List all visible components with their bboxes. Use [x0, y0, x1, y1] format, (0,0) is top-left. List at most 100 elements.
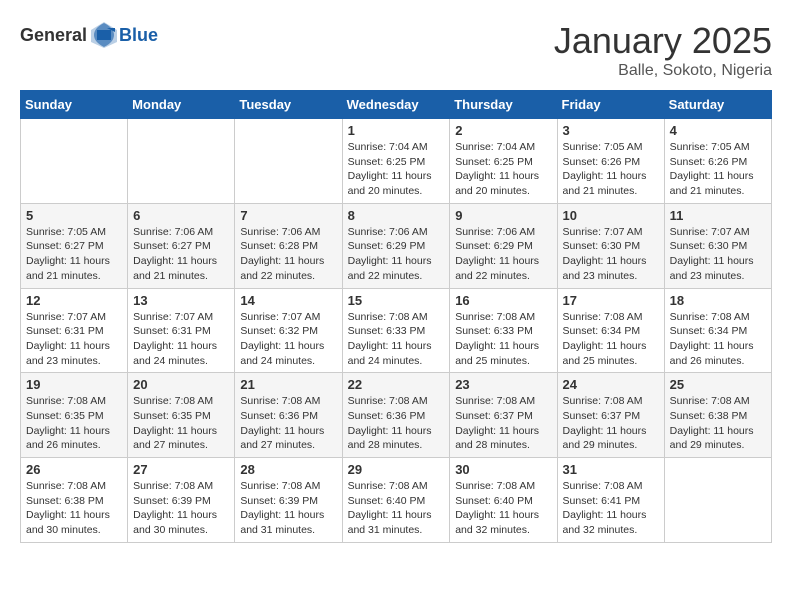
day-number: 29 — [348, 462, 445, 477]
day-info: Sunrise: 7:08 AM Sunset: 6:38 PM Dayligh… — [26, 479, 122, 538]
day-header-sunday: Sunday — [21, 91, 128, 119]
day-number: 11 — [670, 208, 766, 223]
calendar-cell: 23Sunrise: 7:08 AM Sunset: 6:37 PM Dayli… — [450, 373, 557, 458]
calendar-week-row: 19 Sunrise: 7:08 AM Sunset: 6:35 PM Dayli… — [21, 373, 772, 458]
logo-general: General — [20, 25, 87, 46]
calendar-week-row: 1 Sunrise: 7:04 AM Sunset: 6:25 PM Daylig… — [21, 119, 772, 204]
day-number: 28 — [240, 462, 336, 477]
day-info: Sunrise: 7:05 AM Sunset: 6:27 PM Dayligh… — [26, 225, 122, 284]
calendar-cell: 31 Sunrise: 7:08 AM Sunset: 6:41 PM Dayli… — [557, 458, 664, 543]
day-info: Sunrise: 7:08 AM Sunset: 6:36 PM Dayligh… — [240, 394, 336, 453]
calendar-cell — [235, 119, 342, 204]
day-info: Sunrise: 7:08 AM Sunset: 6:39 PM Dayligh… — [133, 479, 229, 538]
day-info: Sunrise: 7:08 AM Sunset: 6:35 PM Dayligh… — [133, 394, 229, 453]
calendar-cell: 25 Sunrise: 7:08 AM Sunset: 6:38 PM Dayli… — [664, 373, 771, 458]
day-info: Sunrise: 7:08 AM Sunset: 6:33 PM Dayligh… — [348, 310, 445, 369]
calendar-cell: 16Sunrise: 7:08 AM Sunset: 6:33 PM Dayli… — [450, 288, 557, 373]
logo: General Blue — [20, 20, 158, 50]
day-info: Sunrise: 7:08 AM Sunset: 6:33 PM Dayligh… — [455, 310, 551, 369]
calendar-cell: 26Sunrise: 7:08 AM Sunset: 6:38 PM Dayli… — [21, 458, 128, 543]
title-area: January 2025 Balle, Sokoto, Nigeria — [554, 20, 772, 80]
day-number: 20 — [133, 377, 229, 392]
day-header-friday: Friday — [557, 91, 664, 119]
calendar-cell: 19 Sunrise: 7:08 AM Sunset: 6:35 PM Dayli… — [21, 373, 128, 458]
calendar-cell: 22Sunrise: 7:08 AM Sunset: 6:36 PM Dayli… — [342, 373, 450, 458]
calendar-cell: 12 Sunrise: 7:07 AM Sunset: 6:31 PM Dayli… — [21, 288, 128, 373]
day-number: 3 — [563, 123, 659, 138]
page-header: General Blue January 2025 Balle, Sokoto,… — [20, 20, 772, 80]
day-number: 9 — [455, 208, 551, 223]
calendar-cell: 28Sunrise: 7:08 AM Sunset: 6:39 PM Dayli… — [235, 458, 342, 543]
calendar-cell: 21 Sunrise: 7:08 AM Sunset: 6:36 PM Dayli… — [235, 373, 342, 458]
day-info: Sunrise: 7:08 AM Sunset: 6:41 PM Dayligh… — [563, 479, 659, 538]
calendar-cell: 11Sunrise: 7:07 AM Sunset: 6:30 PM Dayli… — [664, 203, 771, 288]
day-info: Sunrise: 7:06 AM Sunset: 6:28 PM Dayligh… — [240, 225, 336, 284]
days-header-row: SundayMondayTuesdayWednesdayThursdayFrid… — [21, 91, 772, 119]
calendar-cell — [21, 119, 128, 204]
calendar-cell — [128, 119, 235, 204]
day-number: 8 — [348, 208, 445, 223]
calendar-week-row: 5Sunrise: 7:05 AM Sunset: 6:27 PM Daylig… — [21, 203, 772, 288]
calendar-week-row: 12 Sunrise: 7:07 AM Sunset: 6:31 PM Dayli… — [21, 288, 772, 373]
calendar-cell: 18 Sunrise: 7:08 AM Sunset: 6:34 PM Dayli… — [664, 288, 771, 373]
day-number: 31 — [563, 462, 659, 477]
location: Balle, Sokoto, Nigeria — [554, 62, 772, 80]
day-number: 24 — [563, 377, 659, 392]
day-info: Sunrise: 7:07 AM Sunset: 6:30 PM Dayligh… — [563, 225, 659, 284]
day-info: Sunrise: 7:07 AM Sunset: 6:31 PM Dayligh… — [26, 310, 122, 369]
calendar-table: SundayMondayTuesdayWednesdayThursdayFrid… — [20, 90, 772, 543]
day-header-saturday: Saturday — [664, 91, 771, 119]
calendar-cell — [664, 458, 771, 543]
day-number: 4 — [670, 123, 766, 138]
day-number: 14 — [240, 293, 336, 308]
day-info: Sunrise: 7:04 AM Sunset: 6:25 PM Dayligh… — [348, 140, 445, 199]
day-info: Sunrise: 7:08 AM Sunset: 6:34 PM Dayligh… — [670, 310, 766, 369]
day-info: Sunrise: 7:08 AM Sunset: 6:40 PM Dayligh… — [455, 479, 551, 538]
day-info: Sunrise: 7:07 AM Sunset: 6:31 PM Dayligh… — [133, 310, 229, 369]
calendar-cell: 20 Sunrise: 7:08 AM Sunset: 6:35 PM Dayli… — [128, 373, 235, 458]
day-number: 19 — [26, 377, 122, 392]
calendar-cell: 7 Sunrise: 7:06 AM Sunset: 6:28 PM Daylig… — [235, 203, 342, 288]
day-number: 15 — [348, 293, 445, 308]
day-info: Sunrise: 7:06 AM Sunset: 6:29 PM Dayligh… — [455, 225, 551, 284]
day-number: 7 — [240, 208, 336, 223]
calendar-cell: 15 Sunrise: 7:08 AM Sunset: 6:33 PM Dayli… — [342, 288, 450, 373]
day-info: Sunrise: 7:05 AM Sunset: 6:26 PM Dayligh… — [670, 140, 766, 199]
day-number: 18 — [670, 293, 766, 308]
calendar-cell: 3 Sunrise: 7:05 AM Sunset: 6:26 PM Daylig… — [557, 119, 664, 204]
day-info: Sunrise: 7:08 AM Sunset: 6:34 PM Dayligh… — [563, 310, 659, 369]
calendar-cell: 5Sunrise: 7:05 AM Sunset: 6:27 PM Daylig… — [21, 203, 128, 288]
day-info: Sunrise: 7:08 AM Sunset: 6:38 PM Dayligh… — [670, 394, 766, 453]
day-header-tuesday: Tuesday — [235, 91, 342, 119]
calendar-cell: 29 Sunrise: 7:08 AM Sunset: 6:40 PM Dayli… — [342, 458, 450, 543]
day-number: 17 — [563, 293, 659, 308]
day-info: Sunrise: 7:04 AM Sunset: 6:25 PM Dayligh… — [455, 140, 551, 199]
day-info: Sunrise: 7:08 AM Sunset: 6:37 PM Dayligh… — [563, 394, 659, 453]
day-number: 12 — [26, 293, 122, 308]
day-number: 2 — [455, 123, 551, 138]
day-info: Sunrise: 7:05 AM Sunset: 6:26 PM Dayligh… — [563, 140, 659, 199]
calendar-cell: 8 Sunrise: 7:06 AM Sunset: 6:29 PM Daylig… — [342, 203, 450, 288]
day-number: 1 — [348, 123, 445, 138]
calendar-week-row: 26Sunrise: 7:08 AM Sunset: 6:38 PM Dayli… — [21, 458, 772, 543]
calendar-cell: 13 Sunrise: 7:07 AM Sunset: 6:31 PM Dayli… — [128, 288, 235, 373]
day-number: 30 — [455, 462, 551, 477]
logo-flag-icon — [89, 20, 119, 50]
day-number: 6 — [133, 208, 229, 223]
day-number: 13 — [133, 293, 229, 308]
day-info: Sunrise: 7:08 AM Sunset: 6:40 PM Dayligh… — [348, 479, 445, 538]
calendar-cell: 2 Sunrise: 7:04 AM Sunset: 6:25 PM Daylig… — [450, 119, 557, 204]
day-info: Sunrise: 7:08 AM Sunset: 6:35 PM Dayligh… — [26, 394, 122, 453]
day-number: 22 — [348, 377, 445, 392]
day-number: 27 — [133, 462, 229, 477]
day-info: Sunrise: 7:06 AM Sunset: 6:29 PM Dayligh… — [348, 225, 445, 284]
calendar-cell: 14Sunrise: 7:07 AM Sunset: 6:32 PM Dayli… — [235, 288, 342, 373]
day-number: 21 — [240, 377, 336, 392]
calendar-cell: 4 Sunrise: 7:05 AM Sunset: 6:26 PM Daylig… — [664, 119, 771, 204]
day-info: Sunrise: 7:08 AM Sunset: 6:37 PM Dayligh… — [455, 394, 551, 453]
calendar-cell: 27 Sunrise: 7:08 AM Sunset: 6:39 PM Dayli… — [128, 458, 235, 543]
calendar-cell: 1 Sunrise: 7:04 AM Sunset: 6:25 PM Daylig… — [342, 119, 450, 204]
day-info: Sunrise: 7:06 AM Sunset: 6:27 PM Dayligh… — [133, 225, 229, 284]
calendar-cell: 9 Sunrise: 7:06 AM Sunset: 6:29 PM Daylig… — [450, 203, 557, 288]
day-number: 25 — [670, 377, 766, 392]
